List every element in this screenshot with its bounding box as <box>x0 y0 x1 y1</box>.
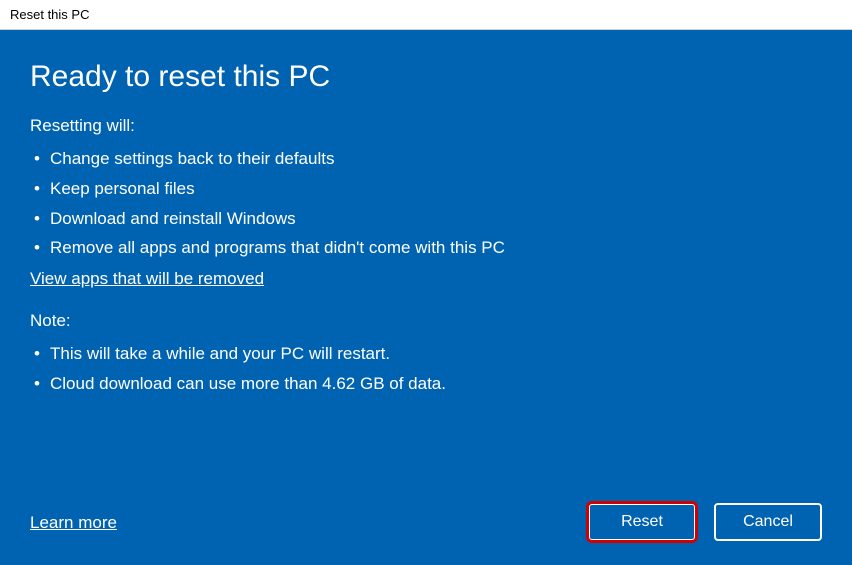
reset-actions-list: Change settings back to their defaults K… <box>30 144 822 263</box>
note-label: Note: <box>30 311 822 331</box>
note-block: Note: This will take a while and your PC… <box>30 311 822 399</box>
list-item: Remove all apps and programs that didn't… <box>34 233 822 263</box>
learn-more-link[interactable]: Learn more <box>30 513 117 533</box>
list-item: Keep personal files <box>34 174 822 204</box>
list-item: Download and reinstall Windows <box>34 204 822 234</box>
titlebar: Reset this PC <box>0 0 852 30</box>
resetting-label: Resetting will: <box>30 116 822 136</box>
page-heading: Ready to reset this PC <box>30 60 822 94</box>
footer-right: Reset Cancel <box>588 503 822 541</box>
list-item: This will take a while and your PC will … <box>34 339 822 369</box>
reset-button[interactable]: Reset <box>588 503 696 541</box>
view-apps-link[interactable]: View apps that will be removed <box>30 269 264 289</box>
footer-left: Learn more <box>30 511 117 533</box>
note-list: This will take a while and your PC will … <box>30 339 822 399</box>
cancel-button[interactable]: Cancel <box>714 503 822 541</box>
dialog-footer: Learn more Reset Cancel <box>30 503 822 541</box>
list-item: Change settings back to their defaults <box>34 144 822 174</box>
dialog-content: Ready to reset this PC Resetting will: C… <box>0 30 852 565</box>
list-item: Cloud download can use more than 4.62 GB… <box>34 369 822 399</box>
window-title: Reset this PC <box>10 7 89 22</box>
